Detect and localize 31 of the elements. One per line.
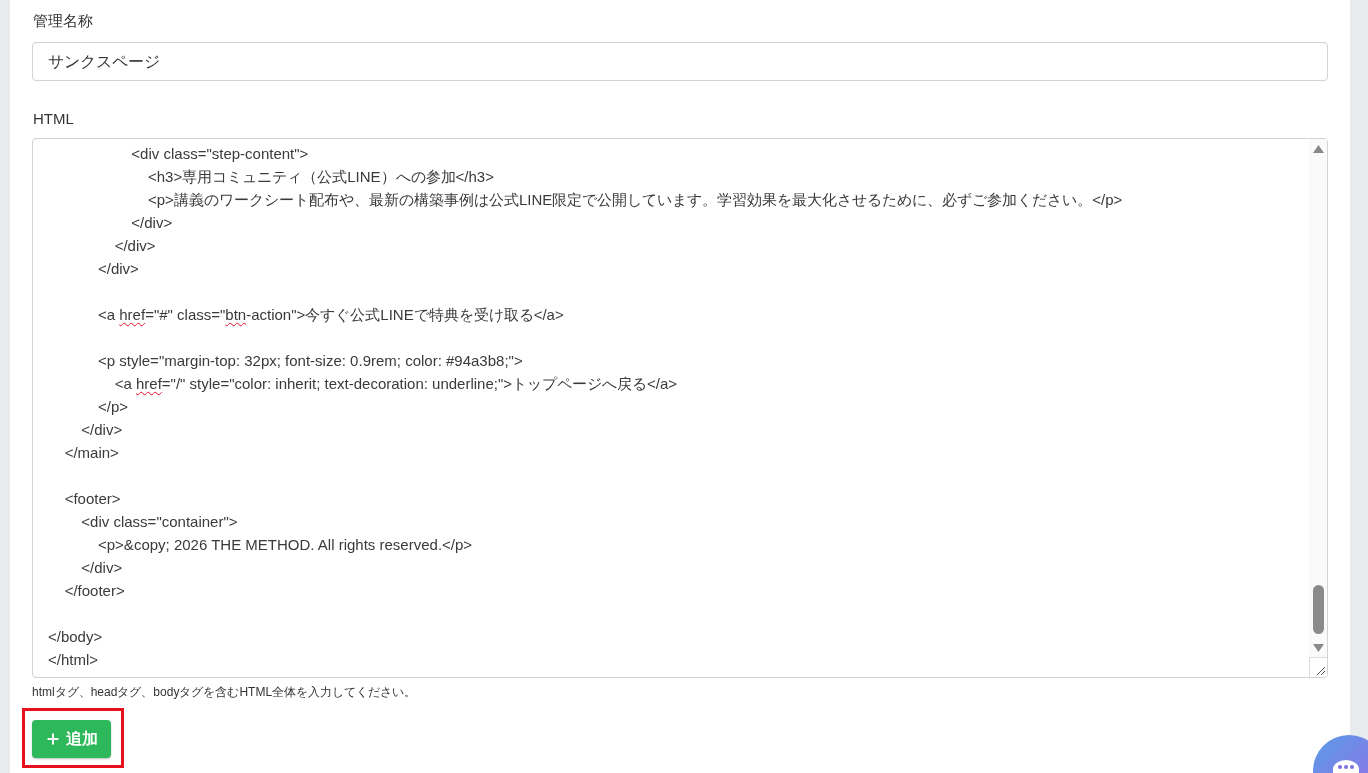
code-line: <a href="/" style="color: inherit; text-decoration: underline;">トップページへ戻る</a>: [113, 374, 678, 394]
code-line: </div>: [80, 420, 123, 440]
chat-bubble-icon: [1333, 760, 1359, 773]
help-text: htmlタグ、headタグ、bodyタグを含むHTML全体を入力してください。: [32, 684, 417, 700]
text-input[interactable]: サンクスページ: [32, 42, 1328, 81]
code-line: </div>: [130, 213, 173, 233]
code-line: <p>講義のワークシート配布や、最新の構築事例は公式LINE限定で公開しています。学習効果を最大化させるために、必ずご参加ください。</p>: [147, 190, 1123, 210]
field-label: 管理名称: [33, 11, 93, 31]
code-line: <a href="#" class="btn-action">今すぐ公式LINEで特典を受け取る</a>: [97, 305, 564, 325]
resize-handle-icon[interactable]: [1309, 657, 1327, 677]
code-line: <p style="margin-top: 32px; font-size: 0.9rem; color: #94a3b8;">: [97, 351, 523, 371]
code-line: <div class="container">: [80, 512, 238, 532]
code-line: </footer>: [63, 581, 125, 601]
code-line: <div class="step-content">: [130, 144, 309, 164]
code-line: </div>: [113, 236, 156, 256]
code-line: <footer>: [63, 489, 121, 509]
field-label: HTML: [33, 109, 74, 129]
scrollbar-thumb[interactable]: [1312, 585, 1324, 634]
code-line: </main>: [63, 443, 119, 463]
chat-button[interactable]: [1313, 735, 1368, 773]
scroll-up-icon[interactable]: [1312, 145, 1324, 153]
code-line: </div>: [80, 558, 123, 578]
scroll-down-icon[interactable]: [1312, 644, 1324, 652]
code-line: <h3>専用コミュニティ（公式LINE）への参加</h3>: [147, 167, 494, 187]
code-line: <p>&copy; 2026 THE METHOD. All rights reserved.</p>: [97, 535, 473, 555]
code-line: </html>: [48, 650, 99, 670]
code-line: </div>: [97, 259, 139, 279]
code-line: </p>: [97, 397, 129, 417]
code-line: </body>: [48, 627, 103, 647]
scrollbar[interactable]: [1309, 139, 1327, 677]
plus-icon: [45, 731, 61, 747]
